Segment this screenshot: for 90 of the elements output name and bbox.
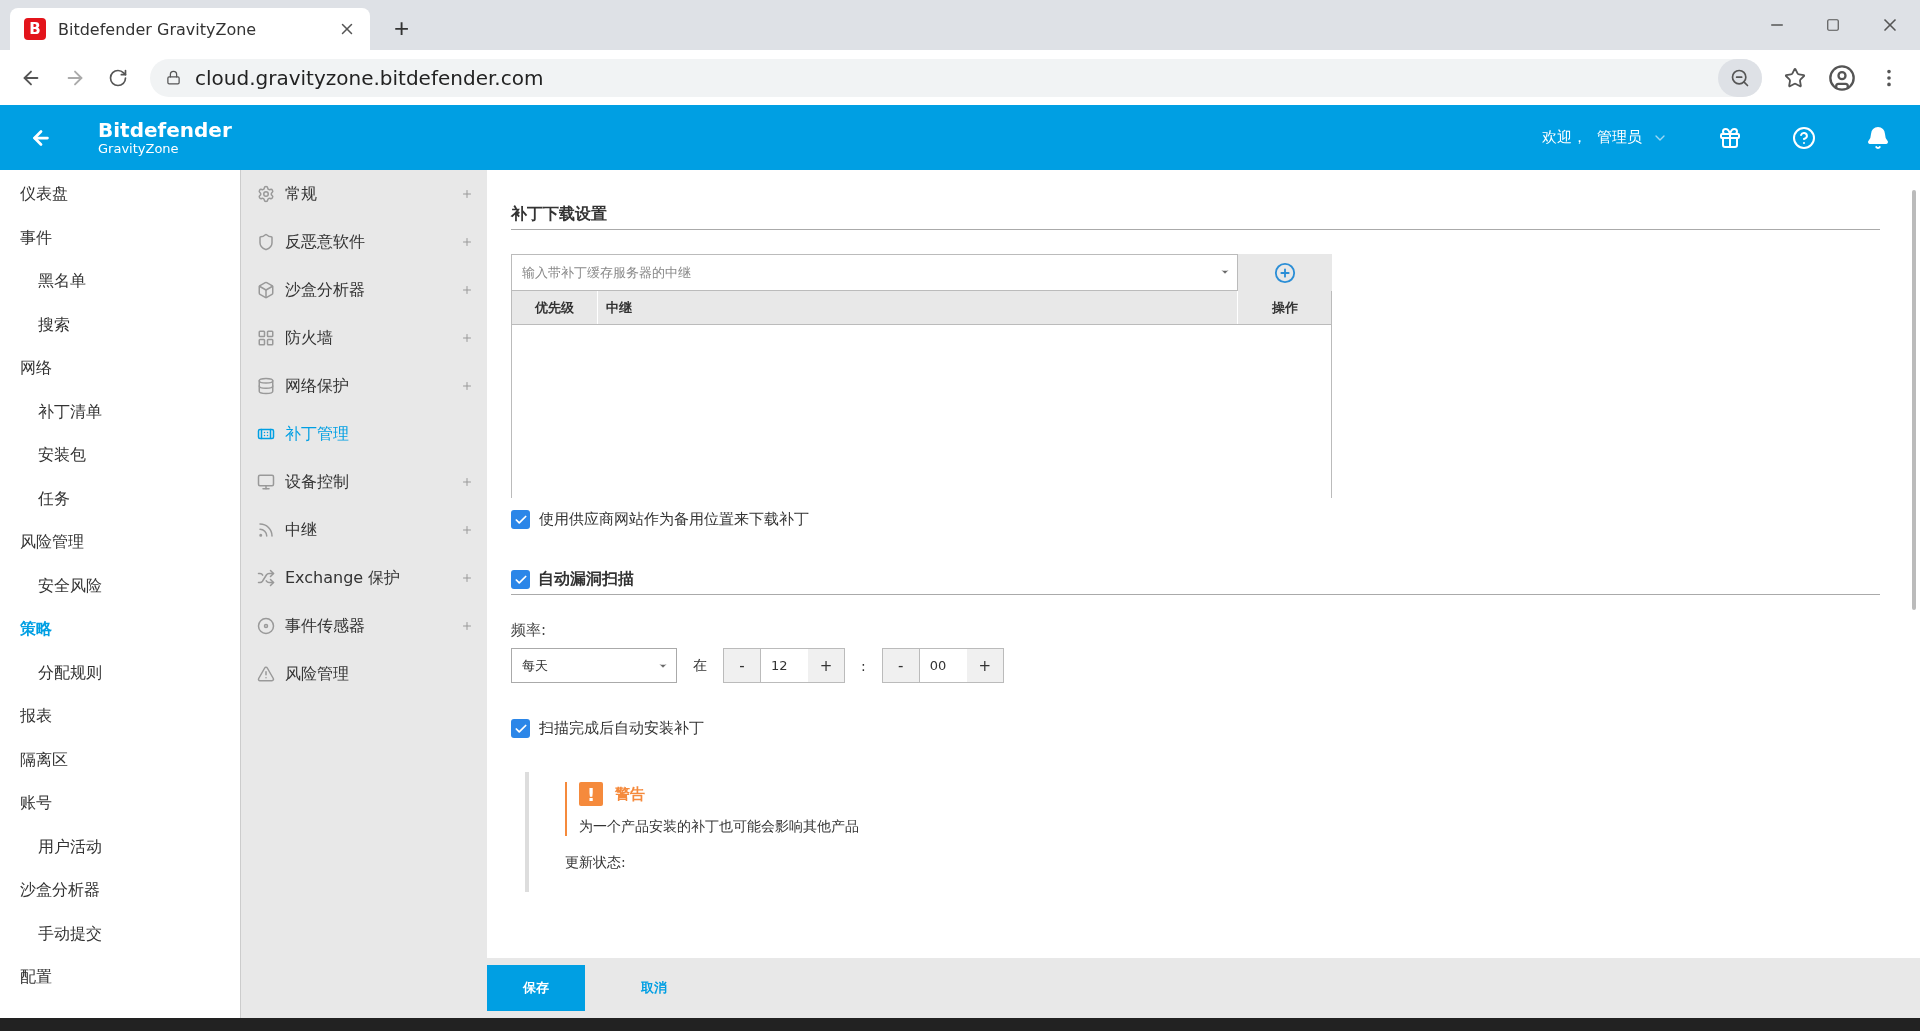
nav-subitem[interactable]: 手动提交 (0, 911, 240, 955)
frequency-select[interactable]: 每天 (511, 648, 677, 683)
browser-tab[interactable]: B Bitdefender GravityZone (10, 8, 370, 50)
nav-subitem[interactable]: 补丁清单 (0, 389, 240, 433)
increment-button[interactable]: + (808, 649, 844, 682)
section-title: 补丁下载设置 (511, 204, 607, 225)
policy-section-item[interactable]: Exchange 保护 (241, 554, 487, 602)
checkbox-label: 使用供应商网站作为备用位置来下载补丁 (539, 510, 809, 529)
address-bar[interactable]: cloud.gravityzone.bitdefender.com (150, 58, 1762, 97)
nav-item[interactable]: 网络 (0, 346, 240, 390)
expand-icon[interactable] (461, 236, 473, 248)
database-icon (257, 377, 275, 395)
help-icon[interactable] (1792, 125, 1816, 150)
checkbox[interactable] (511, 719, 530, 738)
tab-title: Bitdefender GravityZone (58, 19, 258, 39)
product-name: GravityZone (98, 142, 180, 155)
nav-subitem[interactable]: 分配规则 (0, 650, 240, 694)
nav-subitem[interactable]: 用户活动 (0, 824, 240, 868)
column-header: 操作 (1237, 291, 1331, 324)
policy-section-item[interactable]: 常规 (241, 170, 487, 218)
checkbox[interactable] (511, 510, 530, 529)
checkbox[interactable] (511, 570, 530, 589)
column-header: 中继 (597, 291, 1237, 324)
gear-icon (257, 185, 275, 203)
brand-name: Bitdefender (98, 120, 232, 140)
nav-item[interactable]: 仪表盘 (0, 172, 240, 216)
dropdown-icon[interactable] (1220, 267, 1230, 277)
grid-icon (257, 329, 275, 347)
monitor-icon (257, 473, 275, 491)
policy-section-item[interactable]: 中继 (241, 506, 487, 554)
bookmark-star-icon[interactable] (1784, 66, 1806, 89)
disc-icon (257, 617, 275, 635)
nav-item[interactable]: 账号 (0, 781, 240, 825)
update-status-label: 更新状态: (565, 854, 627, 872)
nav-subitem[interactable]: 搜索 (0, 302, 240, 346)
policy-section-item[interactable]: 风险管理 (241, 650, 487, 698)
time-separator: : (861, 657, 866, 674)
at-label: 在 (693, 656, 707, 675)
policy-section-item[interactable]: 防火墙 (241, 314, 487, 362)
shuffle-icon (257, 569, 275, 587)
gift-icon[interactable] (1718, 125, 1742, 150)
decrement-button[interactable]: - (882, 649, 919, 682)
notifications-icon[interactable] (1866, 125, 1890, 150)
profile-icon[interactable] (1828, 63, 1856, 92)
expand-icon[interactable] (461, 524, 473, 536)
nav-item[interactable]: 事件 (0, 215, 240, 259)
decrement-button[interactable]: - (724, 649, 760, 682)
warning-title: 警告 (615, 784, 645, 804)
nav-item[interactable]: 风险管理 (0, 520, 240, 564)
expand-icon[interactable] (461, 380, 473, 392)
frequency-label: 频率: (511, 621, 548, 640)
nav-item[interactable]: 隔离区 (0, 737, 240, 781)
scrollbar[interactable] (1912, 190, 1916, 610)
increment-button[interactable]: + (966, 649, 1003, 682)
new-tab-button[interactable]: + (388, 13, 416, 44)
warning-icon (257, 665, 275, 683)
relay-combobox[interactable]: 输入带补丁缓存服务器的中继 (511, 254, 1238, 291)
expand-icon[interactable] (461, 620, 473, 632)
nav-subitem[interactable]: 黑名单 (0, 259, 240, 303)
shield-icon (257, 233, 275, 251)
signal-icon (257, 521, 275, 539)
lock-icon (166, 70, 181, 85)
section-title: 自动漏洞扫描 (538, 569, 634, 590)
policy-section-item[interactable]: 反恶意软件 (241, 218, 487, 266)
expand-icon[interactable] (461, 332, 473, 344)
expand-icon[interactable] (461, 476, 473, 488)
nav-item[interactable]: 报表 (0, 694, 240, 738)
nav-item[interactable]: 沙盒分析器 (0, 868, 240, 912)
favicon-icon: B (24, 18, 46, 40)
welcome-text: 欢迎， (1542, 128, 1587, 147)
nav-subitem[interactable]: 安装包 (0, 433, 240, 477)
nav-subitem[interactable]: 任务 (0, 476, 240, 520)
expand-icon[interactable] (461, 284, 473, 296)
warning-text: 为一个产品安装的补丁也可能会影响其他产品 (579, 818, 860, 836)
expand-icon[interactable] (461, 572, 473, 584)
policy-section-item[interactable]: 设备控制 (241, 458, 487, 506)
expand-icon[interactable] (461, 188, 473, 200)
nav-subitem[interactable]: 安全风险 (0, 563, 240, 607)
add-icon[interactable] (1274, 261, 1296, 284)
zoom-icon[interactable] (1718, 58, 1762, 97)
warning-icon: ! (579, 782, 603, 806)
policy-section-item[interactable]: 事件传感器 (241, 602, 487, 650)
nav-item[interactable]: 配置 (0, 955, 240, 999)
checkbox-label: 扫描完成后自动安装补丁 (539, 719, 704, 738)
reload-icon[interactable] (108, 67, 128, 88)
cube-icon (257, 281, 275, 299)
policy-section-item[interactable]: 沙盒分析器 (241, 266, 487, 314)
column-header: 优先级 (533, 298, 575, 317)
policy-section-item[interactable]: 网络保护 (241, 362, 487, 410)
restore-icon[interactable] (1826, 18, 1840, 32)
